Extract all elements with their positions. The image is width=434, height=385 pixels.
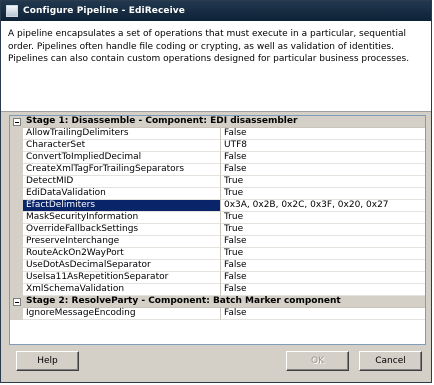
category-stage2[interactable]: Stage 2: ResolveParty - Component: Batch…	[10, 296, 425, 308]
property-value[interactable]: False	[221, 308, 425, 320]
help-button[interactable]: Help	[16, 351, 79, 371]
property-value[interactable]: False	[221, 236, 425, 248]
property-grid: Stage 1: Disassemble - Component: EDI di…	[9, 115, 426, 345]
property-name: CharacterSet	[23, 140, 221, 152]
property-row[interactable]: OverrideFallbackSettings True	[10, 224, 425, 236]
property-row[interactable]: XmlSchemaValidation False	[10, 284, 425, 296]
description-panel: A pipeline encapsulates a set of operati…	[1, 21, 431, 111]
property-name: PreserveInterchange	[23, 236, 221, 248]
property-row[interactable]: IgnoreMessageEncoding False	[10, 308, 425, 320]
property-value[interactable]: True	[221, 176, 425, 188]
property-name: EfactDelimiters	[23, 200, 221, 212]
property-value[interactable]: False	[221, 164, 425, 176]
property-row[interactable]: ConvertToImpliedDecimal False	[10, 152, 425, 164]
divider	[1, 111, 431, 112]
property-value[interactable]: True	[221, 188, 425, 200]
window-title: Configure Pipeline - EdiReceive	[23, 6, 185, 16]
property-name: EdiDataValidation	[23, 188, 221, 200]
property-name: IgnoreMessageEncoding	[23, 308, 221, 320]
ok-button[interactable]: OK	[286, 351, 349, 371]
category-label: Stage 1: Disassemble - Component: EDI di…	[23, 116, 425, 128]
property-value[interactable]: False	[221, 152, 425, 164]
category-stage1[interactable]: Stage 1: Disassemble - Component: EDI di…	[10, 116, 425, 128]
property-value[interactable]: True	[221, 224, 425, 236]
property-name: UseIsa11AsRepetitionSeparator	[23, 272, 221, 284]
property-row[interactable]: RouteAckOn2WayPort True	[10, 248, 425, 260]
property-value[interactable]: False	[221, 284, 425, 296]
property-name: RouteAckOn2WayPort	[23, 248, 221, 260]
property-name: AllowTrailingDelimiters	[23, 128, 221, 140]
property-row[interactable]: AllowTrailingDelimiters False	[10, 128, 425, 140]
property-value-input[interactable]: 0x3A, 0x2B, 0x2C, 0x3F, 0x20, 0x27	[221, 200, 425, 212]
property-row[interactable]: UseDotAsDecimalSeparator False	[10, 260, 425, 272]
collapse-icon[interactable]	[12, 118, 21, 126]
property-row[interactable]: UseIsa11AsRepetitionSeparator False	[10, 272, 425, 284]
property-row[interactable]: EdiDataValidation True	[10, 188, 425, 200]
property-value[interactable]: UTF8	[221, 140, 425, 152]
property-value[interactable]: True	[221, 212, 425, 224]
property-value[interactable]: False	[221, 128, 425, 140]
pipeline-description: A pipeline encapsulates a set of operati…	[8, 29, 410, 64]
property-row-selected[interactable]: EfactDelimiters 0x3A, 0x2B, 0x2C, 0x3F, …	[10, 200, 425, 212]
property-name: XmlSchemaValidation	[23, 284, 221, 296]
property-name: DetectMID	[23, 176, 221, 188]
property-row[interactable]: CreateXmlTagForTrailingSeparators False	[10, 164, 425, 176]
property-row[interactable]: PreserveInterchange False	[10, 236, 425, 248]
property-value[interactable]: False	[221, 260, 425, 272]
property-row[interactable]: MaskSecurityInformation True	[10, 212, 425, 224]
property-name: MaskSecurityInformation	[23, 212, 221, 224]
collapse-icon[interactable]	[12, 298, 21, 306]
property-value[interactable]: False	[221, 272, 425, 284]
configure-pipeline-dialog: Configure Pipeline - EdiReceive A pipeli…	[0, 0, 432, 383]
property-value[interactable]: True	[221, 248, 425, 260]
property-name: UseDotAsDecimalSeparator	[23, 260, 221, 272]
title-bar[interactable]: Configure Pipeline - EdiReceive	[1, 1, 431, 21]
cancel-button[interactable]: Cancel	[359, 351, 422, 371]
window-icon	[6, 5, 18, 17]
property-name: CreateXmlTagForTrailingSeparators	[23, 164, 221, 176]
category-label: Stage 2: ResolveParty - Component: Batch…	[23, 296, 425, 308]
property-row[interactable]: DetectMID True	[10, 176, 425, 188]
property-name: ConvertToImpliedDecimal	[23, 152, 221, 164]
property-row[interactable]: CharacterSet UTF8	[10, 140, 425, 152]
property-name: OverrideFallbackSettings	[23, 224, 221, 236]
